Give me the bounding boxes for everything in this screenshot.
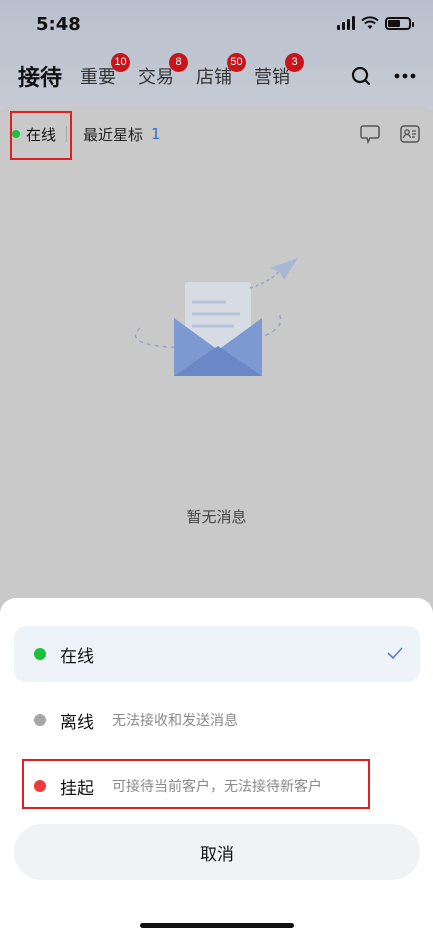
highlight-box-online [10, 111, 72, 160]
checkmark-icon [387, 647, 403, 660]
status-icons [337, 16, 414, 30]
badge-count: 8 [169, 53, 189, 72]
more-icon[interactable] [393, 64, 417, 88]
sub-toolbar: 在线 最近星标 1 [12, 120, 421, 148]
contact-card-icon[interactable] [399, 123, 421, 145]
empty-state-text: 暂无消息 [186, 508, 247, 526]
badge-count: 3 [285, 53, 305, 72]
chat-bubble-icon[interactable] [359, 123, 381, 145]
badge-count: 50 [227, 53, 247, 72]
status-bar: 5:48 [0, 0, 433, 48]
tab-label: 店铺 [196, 67, 233, 88]
offline-dot [34, 714, 46, 726]
recent-starred-count: 1 [151, 125, 161, 143]
online-dot [34, 648, 46, 660]
option-label: 离线 [60, 712, 94, 733]
status-option-offline[interactable]: 离线 无法接收和发送消息 [14, 692, 420, 748]
highlight-box-suspend [22, 759, 370, 809]
tab-marketing[interactable]: 营销 3 [254, 53, 305, 89]
tab-important[interactable]: 重要 10 [80, 53, 131, 89]
tab-reception[interactable]: 接待 [18, 60, 62, 92]
option-label: 在线 [60, 646, 94, 667]
empty-envelope-illustration [134, 258, 298, 376]
tab-label: 交易 [138, 67, 175, 88]
header-actions [349, 64, 417, 88]
wifi-icon [361, 16, 379, 29]
tab-label: 营销 [254, 67, 291, 88]
option-description: 无法接收和发送消息 [112, 713, 238, 729]
tab-label: 重要 [80, 67, 117, 88]
home-indicator [140, 923, 294, 928]
tab-store[interactable]: 店铺 50 [196, 53, 247, 89]
sub-toolbar-icons [359, 123, 421, 145]
status-option-online[interactable]: 在线 [14, 626, 420, 682]
status-time: 5:48 [36, 14, 81, 35]
battery-icon [385, 16, 414, 30]
badge-count: 10 [111, 53, 131, 72]
tab-trade[interactable]: 交易 8 [138, 53, 189, 89]
top-tabs: 接待 重要 10 交易 8 店铺 50 营销 3 [18, 53, 417, 96]
cancel-button[interactable]: 取消 [14, 824, 420, 880]
search-icon[interactable] [349, 64, 373, 88]
signal-icon [337, 16, 355, 30]
recent-starred-tab[interactable]: 最近星标 [83, 124, 143, 145]
